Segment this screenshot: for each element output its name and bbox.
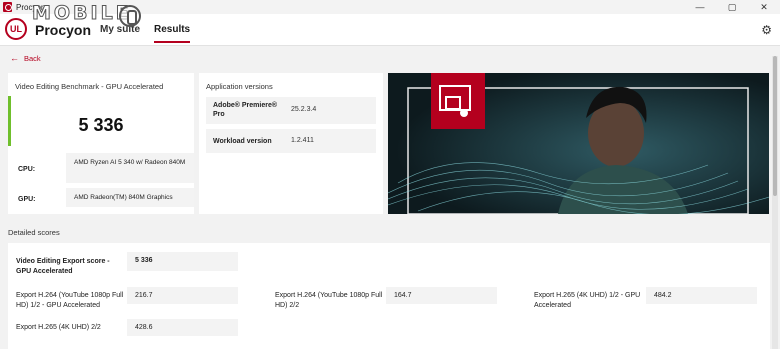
version-value: 25.2.3.4 [291, 106, 317, 113]
detailed-scores-card: Video Editing Export score - GPU Acceler… [8, 243, 770, 349]
detailed-scores-title: Detailed scores [8, 228, 60, 237]
detail-score-value: 428.6 [127, 319, 238, 336]
detail-score-value: 484.2 [646, 287, 757, 304]
maximize-button[interactable]: ▢ [716, 0, 748, 14]
version-row: Workload version 1.2.411 [206, 129, 376, 153]
export-score-label: Video Editing Export score - GPU Acceler… [16, 258, 110, 275]
brand-name: Procyon [35, 22, 92, 38]
version-row: Adobe® Premiere® Pro 25.2.3.4 [206, 97, 376, 124]
application-versions-card: Application versions Adobe® Premiere® Pr… [199, 73, 383, 214]
back-label: Back [24, 53, 41, 63]
arrow-left-icon: ← [10, 53, 19, 63]
vertical-scrollbar[interactable] [772, 56, 778, 349]
detail-score-value: 164.7 [386, 287, 497, 304]
ul-logo: UL [5, 18, 27, 40]
gpu-label: GPU: [18, 196, 36, 203]
watermark-logo: MOBILE [32, 2, 132, 25]
back-link[interactable]: ← Back [10, 53, 41, 63]
tab-results[interactable]: Results [154, 24, 191, 43]
cpu-label: CPU: [18, 166, 36, 173]
minimize-button[interactable]: — [684, 0, 716, 14]
version-name: Workload version [213, 138, 272, 145]
detail-score-label: Export H.264 (YouTube 1080p Full HD) 2/2 [275, 292, 383, 309]
detail-score-label: Export H.265 (4K UHD) 1/2 - GPU Accelera… [534, 292, 641, 309]
detail-score-value: 216.7 [127, 287, 238, 304]
watermark-emblem-icon [119, 5, 141, 27]
score-summary-card: Video Editing Benchmark - GPU Accelerate… [8, 73, 194, 214]
benchmark-name: Video Editing Benchmark - GPU Accelerate… [15, 82, 164, 91]
close-button[interactable]: ✕ [748, 0, 780, 14]
detail-score-label: Export H.265 (4K UHD) 2/2 [16, 324, 101, 331]
overall-score: 5 336 [78, 115, 124, 135]
versions-title: Application versions [206, 82, 273, 91]
cpu-value: AMD Ryzen AI 5 340 w/ Radeon 840M [66, 153, 194, 183]
scrollbar-thumb[interactable] [773, 56, 777, 196]
version-name: Adobe® Premiere® Pro [213, 102, 278, 118]
version-value: 1.2.411 [291, 137, 314, 144]
gear-icon[interactable]: ⚙ [761, 23, 772, 37]
export-score-value: 5 336 [127, 252, 238, 271]
detail-score-label: Export H.264 (YouTube 1080p Full HD) 1/2… [16, 292, 124, 309]
gpu-value: AMD Radeon(TM) 840M Graphics [66, 188, 194, 207]
benchmark-hero-image [388, 73, 769, 214]
hero-illustration [388, 73, 769, 214]
procyon-app-icon [3, 2, 12, 12]
window-controls: — ▢ ✕ [684, 0, 780, 14]
